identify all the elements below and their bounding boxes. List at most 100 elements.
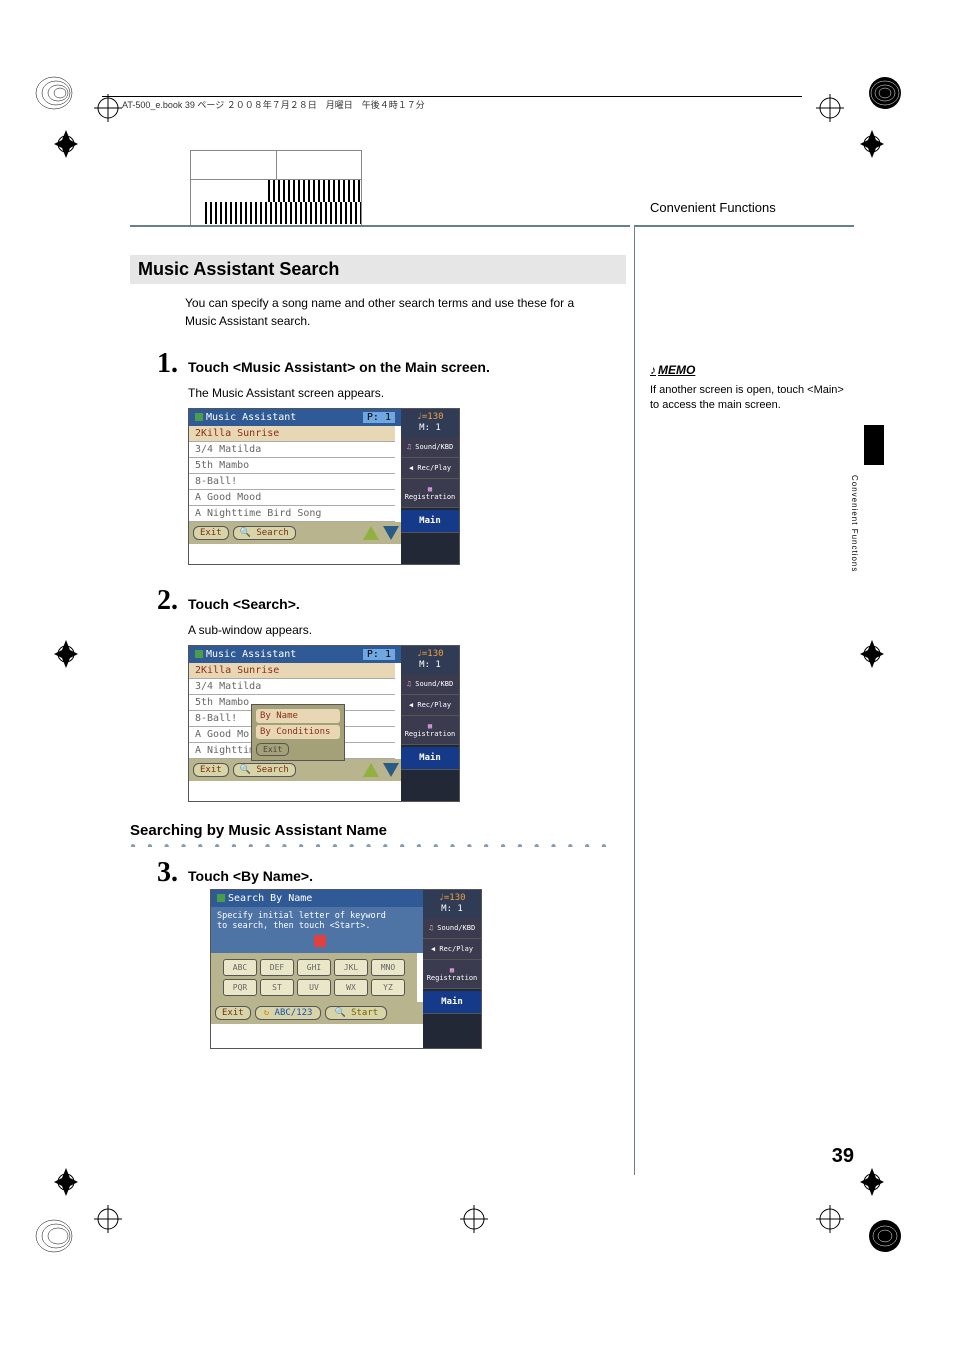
exit-button[interactable]: Exit (215, 1006, 251, 1020)
screenshot-footer: Exit 🔍 Search (189, 759, 403, 781)
crop-mark-icon (52, 1168, 80, 1196)
dotted-rule: ● ● ● ● ● ● ● ● ● ● ● ● ● ● ● ● ● ● ● ● … (130, 841, 620, 847)
memo-text: If another screen is open, touch <Main> … (650, 383, 850, 414)
by-name-option[interactable]: By Name (256, 709, 340, 723)
keyboard-illustration (190, 150, 362, 227)
rec-play-button[interactable]: ◀ Rec/Play (423, 939, 481, 960)
screenshot-footer: Exit 🔍 Search (189, 522, 403, 544)
main-button[interactable]: Main (423, 991, 481, 1014)
step-number: 3. (130, 857, 178, 889)
memo-label: ♪ MEMO (650, 362, 850, 379)
start-button[interactable]: 🔍 Start (325, 1006, 387, 1020)
music-assistant-screenshot: Music Assistant P: 1 2Killa Sunrise 3/4 … (188, 408, 460, 565)
list-item[interactable]: 5th Mambo (189, 458, 395, 474)
step-number: 1. (130, 348, 178, 380)
page-tab (864, 425, 884, 465)
registration-mark-icon (94, 94, 122, 122)
rec-play-button[interactable]: ◀ Rec/Play (401, 695, 459, 716)
key-ghi[interactable]: GHI (297, 959, 331, 976)
registration-mark-icon (816, 1205, 844, 1233)
tempo-display: ♩=130M: 1 (423, 890, 481, 918)
cursor-indicator (314, 935, 326, 947)
sound-kbd-button[interactable]: ♫ Sound/KBD (401, 674, 459, 695)
crop-mark-icon (858, 1168, 886, 1196)
main-button[interactable]: Main (401, 510, 459, 533)
intro-text: You can specify a song name and other se… (185, 294, 605, 330)
page-indicator: P: 1 (363, 649, 395, 660)
step-number: 2. (130, 585, 178, 617)
key-yz[interactable]: YZ (371, 979, 405, 996)
page-tab-label: Convenient Functions (850, 475, 859, 572)
crop-mark-icon (858, 640, 886, 668)
registration-mark-icon (460, 1205, 488, 1233)
window-titlebar: Music Assistant P: 1 (189, 409, 401, 426)
search-popup: By Name By Conditions Exit (251, 704, 345, 761)
list-item[interactable]: 3/4 Matilda (189, 679, 395, 695)
key-def[interactable]: DEF (260, 959, 294, 976)
step-body: The Music Assistant screen appears. (188, 386, 626, 400)
up-arrow-button[interactable] (363, 763, 379, 777)
by-conditions-option[interactable]: By Conditions (256, 725, 340, 739)
registration-button[interactable]: ▦ Registration (401, 716, 459, 745)
sound-kbd-button[interactable]: ♫ Sound/KBD (401, 437, 459, 458)
section-rule (634, 225, 854, 227)
page-number: 39 (832, 1145, 854, 1168)
rec-play-button[interactable]: ◀ Rec/Play (401, 458, 459, 479)
exit-button[interactable]: Exit (193, 763, 229, 777)
window-title: Search By Name (228, 893, 312, 904)
abc-123-button[interactable]: ↻ ABC/123 (255, 1006, 322, 1020)
song-list[interactable]: 2Killa Sunrise 3/4 Matilda 5th Mambo 8-B… (189, 426, 395, 522)
list-item[interactable]: A Good Mood (189, 490, 395, 506)
step-1: 1. Touch <Music Assistant> on the Main s… (130, 348, 626, 380)
key-uv[interactable]: UV (297, 979, 331, 996)
list-item[interactable]: 3/4 Matilda (189, 442, 395, 458)
registration-button[interactable]: ▦ Registration (401, 479, 459, 508)
memo-title: MEMO (658, 362, 695, 379)
spiral-art-br (850, 1211, 920, 1261)
memo-icon: ♪ (650, 362, 656, 379)
crop-mark-icon (858, 130, 886, 158)
tempo-display: ♩=130M: 1 (401, 646, 459, 674)
search-button[interactable]: 🔍 Search (233, 763, 296, 777)
key-mno[interactable]: MNO (371, 959, 405, 976)
crop-mark-icon (52, 130, 80, 158)
key-wx[interactable]: WX (334, 979, 368, 996)
spiral-art-right (850, 68, 920, 118)
list-item[interactable]: A Nighttime Bird Song (189, 506, 395, 522)
subsection-title: Searching by Music Assistant Name (130, 822, 626, 839)
down-arrow-button[interactable] (383, 526, 399, 540)
main-button[interactable]: Main (401, 747, 459, 770)
section-rule (130, 225, 630, 227)
down-arrow-button[interactable] (383, 763, 399, 777)
step-2: 2. Touch <Search>. (130, 585, 626, 617)
search-button[interactable]: 🔍 Search (233, 526, 296, 540)
popup-exit-button[interactable]: Exit (256, 743, 289, 756)
key-pqr[interactable]: PQR (223, 979, 257, 996)
list-item[interactable]: 2Killa Sunrise (189, 426, 395, 442)
key-jkl[interactable]: JKL (334, 959, 368, 976)
step-3: 3. Touch <By Name>. (130, 857, 626, 889)
key-st[interactable]: ST (260, 979, 294, 996)
search-instructions: Specify initial letter of keyword to sea… (211, 907, 429, 953)
step-title: Touch <Search>. (188, 596, 300, 612)
registration-button[interactable]: ▦ Registration (423, 960, 481, 989)
step-title: Touch <Music Assistant> on the Main scre… (188, 359, 490, 375)
list-item[interactable]: 2Killa Sunrise (189, 663, 395, 679)
up-arrow-button[interactable] (363, 526, 379, 540)
tempo-display: ♩=130M: 1 (401, 409, 459, 437)
doc-header: AT-500_e.book 39 ページ ２００８年７月２８日 月曜日 午後４時… (122, 98, 425, 111)
page-indicator: P: 1 (363, 412, 395, 423)
step-body: A sub-window appears. (188, 623, 626, 637)
list-item[interactable]: 8-Ball! (189, 474, 395, 490)
window-titlebar: Music Assistant P: 1 (189, 646, 401, 663)
memo-box: ♪ MEMO If another screen is open, touch … (650, 362, 850, 414)
registration-mark-icon (816, 94, 844, 122)
music-assistant-popup-screenshot: Music Assistant P: 1 2Killa Sunrise 3/4 … (188, 645, 460, 802)
exit-button[interactable]: Exit (193, 526, 229, 540)
sound-kbd-button[interactable]: ♫ Sound/KBD (423, 918, 481, 939)
key-abc[interactable]: ABC (223, 959, 257, 976)
window-title: Music Assistant (206, 412, 296, 423)
window-titlebar: Search By Name (211, 890, 423, 907)
section-header: Convenient Functions (650, 200, 776, 215)
section-divider (634, 225, 635, 1175)
